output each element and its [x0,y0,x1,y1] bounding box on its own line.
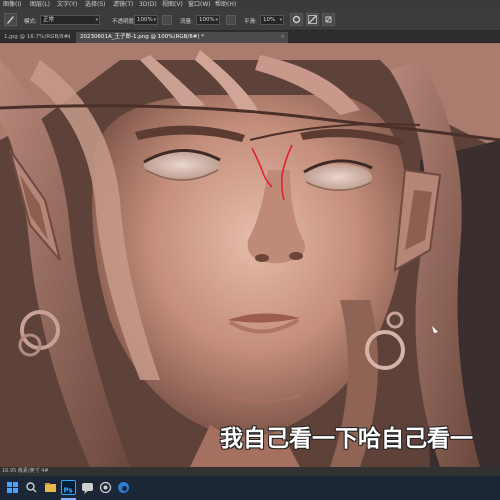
menu-filter[interactable]: 滤镜(T) [113,0,133,9]
status-text: 16.95 像素/英寸 4# [2,468,49,474]
svg-text:Ps: Ps [64,487,73,495]
menu-help[interactable]: 帮助(H) [215,0,236,9]
menu-3d[interactable]: 3D(D) [139,0,157,9]
windows-start-icon[interactable] [5,480,20,495]
search-icon[interactable] [24,480,39,495]
menu-bar: 图像(I) 图层(L) 文字(Y) 选择(S) 滤镜(T) 3D(D) 视图(V… [0,0,500,9]
opacity-value: 100% [137,17,153,23]
smoothing-label: 平滑: [244,19,257,25]
document-canvas[interactable]: 我自己看一下哈自己看一 [0,43,500,467]
document-tabs: 1.jpg @ 16.7%(RGB/8#) × 20230601A_王子郎-1.… [0,31,500,43]
symmetry-icon[interactable] [322,13,335,26]
edge-icon[interactable] [116,480,131,495]
menu-layer[interactable]: 图层(L) [30,0,50,9]
close-icon[interactable]: × [280,32,285,43]
tab-document-1[interactable]: 1.jpg @ 16.7%(RGB/8#) × [0,32,74,43]
pressure-opacity-icon[interactable] [162,15,172,25]
file-explorer-icon[interactable] [43,480,58,495]
sculpt-face-image [0,43,500,467]
pressure-size-icon[interactable] [306,13,319,26]
mode-select[interactable]: 正常 ▾ [40,15,100,25]
close-icon[interactable]: × [66,32,71,43]
windows-taskbar: Ps [0,476,500,500]
flow-value: 100% [199,17,215,23]
opacity-label: 不透明度: [112,19,136,25]
chevron-down-icon: ▾ [95,17,98,23]
menu-type[interactable]: 文字(Y) [57,0,77,9]
smoothing-value: 10% [263,17,276,23]
smoothing-field[interactable]: 10% ▾ [260,15,284,25]
menu-select[interactable]: 选择(S) [85,0,106,9]
flow-field[interactable]: 100% ▾ [196,15,220,25]
tab-label: 20230601A_王子郎-1.png @ 100%(RGB/8#) * [80,34,205,40]
airbrush-icon[interactable] [226,15,236,25]
menu-image[interactable]: 图像(I) [3,0,21,9]
mode-label: 模式: [24,19,37,25]
tab-label: 1.jpg @ 16.7%(RGB/8#) [4,34,71,40]
chevron-down-icon: ▾ [279,17,282,23]
opacity-field[interactable]: 100% ▾ [134,15,158,25]
tab-document-2[interactable]: 20230601A_王子郎-1.png @ 100%(RGB/8#) * × [76,32,288,43]
chat-icon[interactable] [80,480,95,495]
chevron-down-icon: ▾ [153,17,156,23]
video-subtitle: 我自己看一下哈自己看一 [220,426,473,452]
flow-label: 流量: [180,19,193,25]
chevron-down-icon: ▾ [215,17,218,23]
menu-view[interactable]: 视图(V) [162,0,183,9]
gear-icon[interactable] [290,13,303,26]
options-bar: 模式: 正常 ▾ 不透明度: 100% ▾ 流量: 100% ▾ 平滑: 10%… [0,9,500,31]
record-icon[interactable] [98,480,113,495]
photoshop-icon[interactable]: Ps [61,480,76,495]
status-bar: 16.95 像素/英寸 4# [0,467,500,476]
menu-window[interactable]: 窗口(W) [188,0,211,9]
mode-value: 正常 [43,17,55,23]
brush-preset-icon[interactable] [4,13,17,26]
